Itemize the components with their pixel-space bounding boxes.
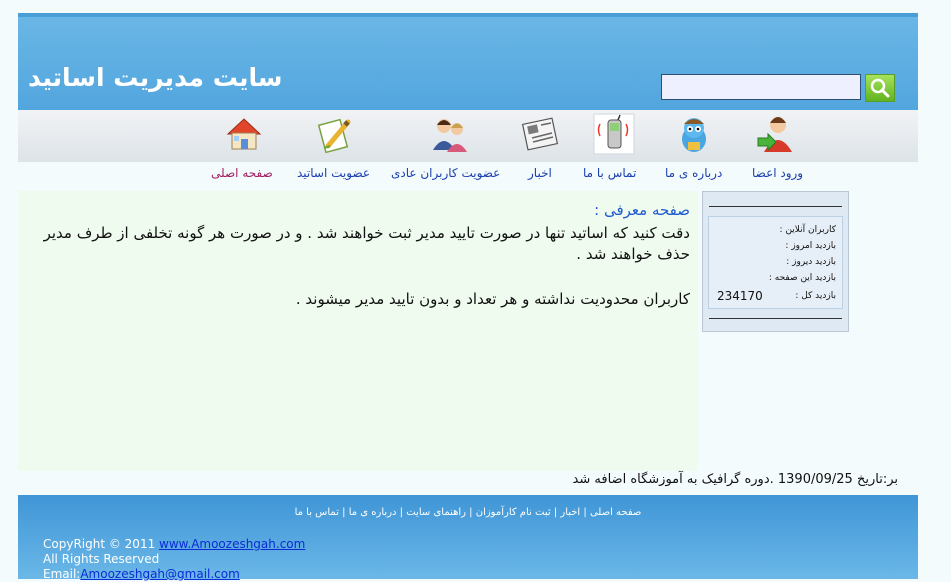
site-url-link[interactable]: www.Amoozeshgah.com: [159, 537, 305, 551]
stat-total-label: بازدید کل :: [795, 291, 836, 301]
nav-teacher-membership-link[interactable]: عضویت اساتید: [297, 166, 370, 180]
nav-login-link[interactable]: ورود اعضا: [752, 166, 803, 180]
newspaper-icon[interactable]: [518, 112, 562, 156]
nav-news-link[interactable]: اخبار: [528, 166, 552, 180]
divider: [709, 206, 842, 207]
users-icon[interactable]: [428, 112, 472, 156]
search-icon: [870, 78, 890, 98]
nav-contact-link[interactable]: تماس با ما: [583, 166, 636, 180]
stat-yesterday-label: بازدید دیروز :: [786, 257, 836, 267]
copyright-text: CopyRight © 2011: [43, 537, 160, 551]
icon-bar: [18, 110, 918, 162]
search-button[interactable]: [865, 74, 895, 102]
mobile-phone-icon[interactable]: [592, 112, 636, 156]
footer-link-student-registration[interactable]: ثبت نام کارآموزان: [476, 507, 551, 518]
stat-total-value: 234170: [717, 289, 763, 303]
main-navigation: صفحه اصلی عضویت اساتید عضویت کاربران عاد…: [18, 163, 918, 187]
footer-link-home[interactable]: صفحه اصلی: [590, 507, 641, 518]
stat-online-label: کاربران آنلاین :: [779, 225, 836, 235]
site-footer: صفحه اصلی | اخبار | ثبت نام کارآموزان | …: [18, 495, 918, 582]
page: سایت مدیریت اساتید صفحه اصلی عضویت اساتی…: [18, 13, 918, 582]
nav-home-link[interactable]: صفحه اصلی: [211, 166, 273, 180]
nav-about-link[interactable]: درباره ی ما: [665, 166, 722, 180]
main-content: صفحه معرفی : دقت کنید که اساتید تنها در …: [18, 191, 698, 471]
intro-title: صفحه معرفی :: [594, 201, 690, 219]
copyright: CopyRight © 2011 www.Amoozeshgah.com All…: [43, 537, 305, 582]
news-ticker: بر:تاریخ 1390/09/25 .دوره گرافیک به آموز…: [572, 472, 898, 487]
visitor-stats-panel: کاربران آنلاین : بازدید امروز : بازدید د…: [708, 216, 843, 309]
footer-link-site-guide[interactable]: راهنمای سایت: [406, 507, 466, 518]
stat-today-label: بازدید امروز :: [785, 241, 836, 251]
nav-user-membership-link[interactable]: عضویت کاربران عادی: [391, 166, 500, 180]
intro-paragraph: کاربران محدودیت نداشته و هر تعداد و بدون…: [295, 290, 690, 308]
user-login-icon[interactable]: [754, 112, 798, 156]
pencil-paper-icon[interactable]: [314, 112, 358, 156]
footer-link-contact[interactable]: تماس با ما: [295, 507, 339, 518]
footer-links: صفحه اصلی | اخبار | ثبت نام کارآموزان | …: [294, 507, 642, 518]
stat-page-label: بازدید این صفحه :: [768, 273, 836, 283]
site-header: سایت مدیریت اساتید: [18, 13, 918, 110]
intro-paragraph: دقت کنید که اساتید تنها در صورت تایید مد…: [43, 224, 690, 263]
footer-link-news[interactable]: اخبار: [560, 507, 580, 518]
rights-text: All Rights Reserved: [43, 552, 160, 566]
search-input[interactable]: [661, 74, 861, 100]
house-icon[interactable]: [222, 112, 266, 156]
visitor-stats-box: کاربران آنلاین : بازدید امروز : بازدید د…: [702, 191, 849, 332]
divider: [709, 318, 842, 319]
cartoon-character-icon[interactable]: [672, 112, 716, 156]
footer-link-about[interactable]: درباره ی ما: [349, 507, 397, 518]
site-title: سایت مدیریت اساتید: [28, 63, 283, 92]
